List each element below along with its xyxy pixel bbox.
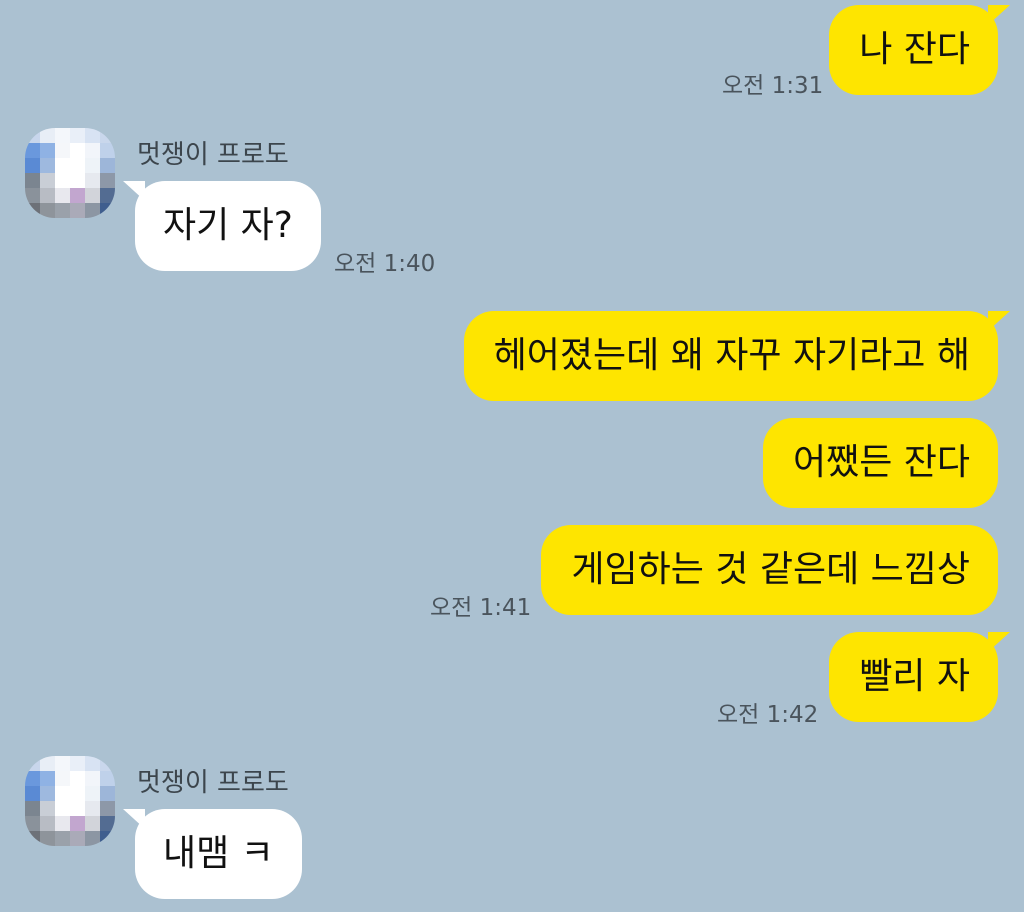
friend-avatar[interactable] bbox=[25, 128, 115, 218]
message-text: 어쨌든 잔다 bbox=[792, 442, 970, 483]
friend-avatar[interactable] bbox=[25, 756, 115, 846]
friend-message-bubble[interactable]: 자기 자? bbox=[123, 181, 321, 271]
my-message-bubble[interactable]: 어쨌든 잔다 bbox=[762, 418, 998, 508]
message-text: 헤어졌는데 왜 자꾸 자기라고 해 bbox=[493, 335, 970, 376]
my-message-bubble[interactable]: 헤어졌는데 왜 자꾸 자기라고 해 bbox=[463, 311, 1010, 401]
my-message-bubble[interactable]: 빨리 자 bbox=[829, 632, 1010, 722]
message-text: 자기 자? bbox=[163, 205, 293, 246]
my-message-bubble[interactable]: 나 잔다 bbox=[829, 5, 1010, 95]
message-timestamp: 오전 1:41 bbox=[430, 595, 532, 621]
message-text: 게임하는 것 같은데 느낌상 bbox=[571, 549, 970, 590]
message-timestamp: 오전 1:42 bbox=[717, 702, 819, 728]
friend-message-bubble[interactable]: 내맴 ㅋ bbox=[123, 809, 302, 899]
my-message-bubble[interactable]: 게임하는 것 같은데 느낌상 bbox=[541, 525, 998, 615]
message-timestamp: 오전 1:31 bbox=[722, 73, 824, 99]
message-text: 빨리 자 bbox=[859, 656, 970, 697]
bubble-tail bbox=[123, 181, 145, 201]
sender-name: 멋쟁이 프로도 bbox=[137, 768, 289, 798]
bubble-tail bbox=[123, 809, 145, 829]
message-text: 내맴 ㅋ bbox=[163, 833, 274, 874]
message-text: 나 잔다 bbox=[859, 29, 970, 70]
message-timestamp: 오전 1:40 bbox=[334, 251, 436, 277]
bubble-tail bbox=[988, 5, 1010, 25]
bubble-tail bbox=[988, 632, 1010, 652]
bubble-tail bbox=[988, 311, 1010, 331]
sender-name: 멋쟁이 프로도 bbox=[137, 140, 289, 170]
